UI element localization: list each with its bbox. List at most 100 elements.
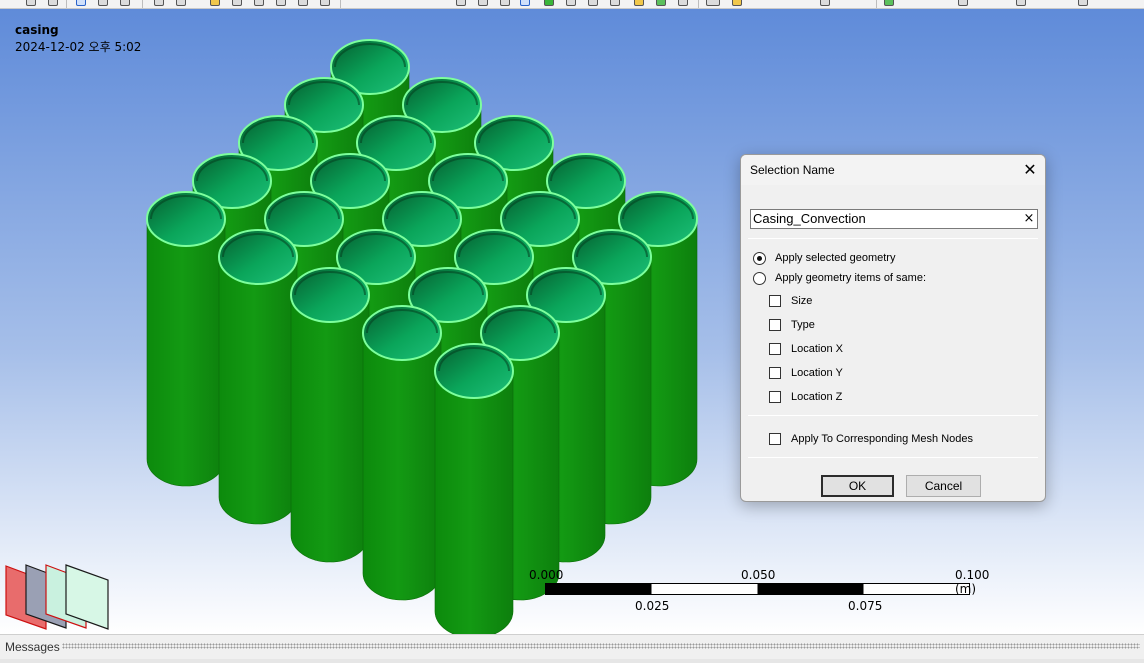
pan-icon[interactable] (120, 0, 130, 6)
checkbox-label: Location Z (791, 391, 843, 403)
dialog-separator (748, 415, 1038, 416)
display-icon[interactable] (958, 0, 968, 6)
radio-apply-selected[interactable]: Apply selected geometry (753, 250, 895, 266)
messages-panel: Messages (0, 634, 1144, 663)
tube[interactable] (434, 343, 514, 634)
checkbox-mesh-nodes[interactable]: Apply To Corresponding Mesh Nodes (769, 431, 973, 447)
tube-body (362, 332, 442, 601)
tube-body (218, 256, 298, 525)
tube[interactable] (218, 229, 298, 525)
scale-bar-seg-1 (545, 583, 652, 595)
zoom-prev-icon[interactable] (298, 0, 308, 6)
checkbox-size[interactable]: Size (769, 293, 812, 309)
clear-text-icon[interactable]: × (1020, 210, 1038, 228)
zoom-box-icon[interactable] (48, 0, 58, 6)
select-edge-icon[interactable] (478, 0, 488, 6)
scale-label-1: 0.050 (741, 568, 776, 582)
radio-label: Apply geometry items of same: (775, 272, 927, 284)
tube[interactable] (146, 191, 226, 487)
checkbox-label: Location Y (791, 367, 843, 379)
radio-button[interactable] (753, 251, 766, 265)
window-icon[interactable] (1078, 0, 1088, 6)
toolbar-separator (698, 0, 699, 8)
model-timestamp: 2024-12-02 오후 5:02 (15, 40, 142, 54)
extend-icon[interactable] (634, 0, 644, 6)
checkbox-box[interactable] (769, 295, 781, 307)
close-icon[interactable]: ✕ (1015, 155, 1045, 185)
checkbox-box[interactable] (769, 367, 781, 379)
dialog-titlebar[interactable]: Selection Name ✕ (741, 155, 1045, 185)
checkbox-box[interactable] (769, 391, 781, 403)
extend-adjacent-icon[interactable] (656, 0, 666, 6)
triad-icon[interactable] (4, 563, 114, 633)
radio-apply-same[interactable]: Apply geometry items of same: (753, 270, 926, 286)
checkbox-box[interactable] (769, 319, 781, 331)
tube-top-face (218, 229, 298, 285)
toolbar-separator (66, 0, 67, 8)
dropdown-icon[interactable] (820, 0, 830, 6)
geometry-icon[interactable] (884, 0, 894, 6)
tube-top-face (434, 343, 514, 399)
scale-label-4: 0.075 (848, 599, 883, 613)
messages-strip (0, 659, 1144, 663)
zoom-out-icon[interactable] (254, 0, 264, 6)
zoom-in-icon[interactable] (232, 0, 242, 6)
named-selection-icon[interactable] (732, 0, 742, 6)
radio-button[interactable] (753, 271, 766, 285)
checkbox-box[interactable] (769, 433, 781, 445)
toolbar-separator (876, 0, 877, 8)
checkbox-label: Location X (791, 343, 843, 355)
tube-body (146, 218, 226, 487)
zoom-next-icon[interactable] (320, 0, 330, 6)
rotate-icon[interactable] (98, 0, 108, 6)
select-element-icon[interactable] (588, 0, 598, 6)
scale-bar-graphic (545, 583, 970, 595)
selection-name-dialog: Selection Name ✕ Casing_Convection × App… (740, 154, 1046, 502)
scale-label-2: 0.100 (m) (955, 568, 990, 596)
zoom-fit-icon[interactable] (276, 0, 286, 6)
checkbox-location-x[interactable]: Location X (769, 341, 843, 357)
messages-label: Messages (5, 640, 60, 654)
tube-top-face (290, 267, 370, 323)
tube-top-face (362, 305, 442, 361)
options-icon[interactable] (1016, 0, 1026, 6)
dialog-separator (748, 457, 1038, 458)
tube[interactable] (362, 305, 442, 601)
checkbox-location-y[interactable]: Location Y (769, 365, 843, 381)
look-at-icon[interactable] (176, 0, 186, 6)
select-face-icon[interactable] (500, 0, 510, 6)
select-body-icon[interactable] (520, 0, 530, 6)
tube-body (434, 370, 514, 634)
checkbox-label: Apply To Corresponding Mesh Nodes (791, 433, 974, 445)
select-mesh-icon[interactable] (544, 0, 554, 6)
extend-limits-icon[interactable] (678, 0, 688, 6)
checkbox-box[interactable] (769, 343, 781, 355)
messages-grip[interactable] (62, 643, 1140, 649)
select-mode-icon[interactable] (76, 0, 86, 6)
fit-icon[interactable] (154, 0, 164, 6)
highlight-icon[interactable] (210, 0, 220, 6)
select-node-icon[interactable] (566, 0, 576, 6)
more-icon[interactable] (706, 0, 720, 6)
scale-bar-seg-3 (757, 583, 864, 595)
model-name: casing (15, 23, 59, 37)
zoom-icon[interactable] (26, 0, 36, 6)
checkbox-type[interactable]: Type (769, 317, 815, 333)
cancel-button[interactable]: Cancel (906, 475, 981, 497)
dialog-title: Selection Name (750, 163, 835, 177)
selection-name-input[interactable]: Casing_Convection (750, 209, 1038, 229)
graphics-toolbar (0, 0, 1144, 9)
scale-label-3: 0.025 (635, 599, 670, 613)
dialog-separator (748, 238, 1038, 239)
scale-label-0: 0.000 (529, 568, 564, 582)
toolbar-separator (340, 0, 341, 8)
radio-label: Apply selected geometry (775, 252, 896, 264)
checkbox-label: Type (791, 319, 815, 331)
tube-body (290, 294, 370, 563)
toolbar-separator (142, 0, 143, 8)
select-vertex-icon[interactable] (456, 0, 466, 6)
tube[interactable] (290, 267, 370, 563)
ok-button[interactable]: OK (821, 475, 894, 497)
select-element-face-icon[interactable] (610, 0, 620, 6)
checkbox-location-z[interactable]: Location Z (769, 389, 842, 405)
